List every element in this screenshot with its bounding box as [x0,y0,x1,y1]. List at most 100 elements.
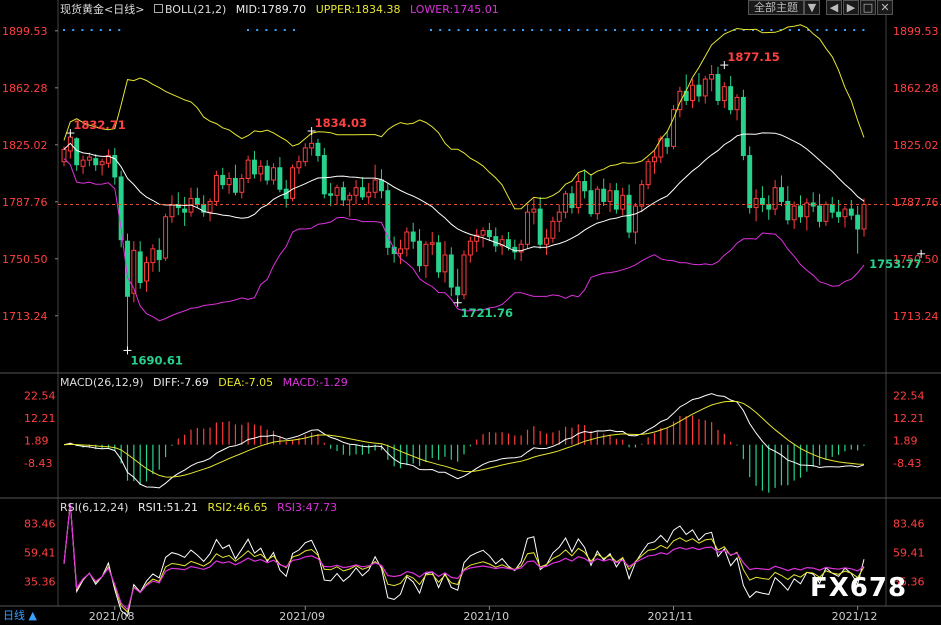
candle-body [271,167,276,181]
period-toggle[interactable]: 日线 ▲ [0,607,60,625]
annotation-label-5: 1753.77 [869,257,921,271]
candle-body [556,211,562,222]
period-label[interactable]: <日线> [104,3,144,16]
y-tick-right-0: 1899.53 [893,25,939,38]
candle-body [505,239,511,248]
candle-body [747,155,753,209]
candle-body [702,78,708,97]
theme-select[interactable]: 全部主题 [748,0,804,15]
candle-body [359,187,365,198]
marker-dot [798,29,800,31]
marker-dot [595,29,598,31]
marker-dot [696,29,699,31]
candle-body [334,187,340,196]
marker-dot [568,29,570,31]
marker-dot [614,29,616,31]
candle-body [144,262,150,282]
rsi3-value: RSI3:47.73 [277,501,338,514]
x-tick-label-0: 2021/08 [89,610,135,623]
y-tick-left-3: 1787.76 [2,196,48,209]
candle-body [340,187,346,201]
marker-dot [503,29,506,31]
candle-body [740,96,746,157]
mid-value: MID:1789.70 [235,3,307,16]
lower-value: LOWER:1745.01 [409,3,499,16]
candle-body [766,204,772,210]
candle-body [398,248,403,254]
y-tick-right-1: 1862.28 [893,82,939,95]
candle-body [829,204,835,213]
candle-body [232,177,238,193]
candle-body [378,179,384,192]
annotation-label-0: 1832.71 [73,118,125,132]
indicator-label[interactable]: BOLL(21,2) [165,3,226,16]
y-tick-left-0: 1899.53 [2,25,48,38]
instrument-title: 现货黄金 [60,3,104,16]
candle-body [709,73,715,80]
candle-body [645,161,651,186]
candle-body [252,159,257,175]
candle-body [80,159,86,167]
candle-body [461,254,467,296]
dropdown-button[interactable]: ▼ [804,0,820,15]
y-tick-left-1: 1862.28 [2,82,48,95]
candle-body [258,165,264,175]
candle-body [372,179,378,193]
marker-dot [109,29,111,31]
candle-body [366,191,372,198]
candle-body [264,165,270,181]
x-tick-label-4: 2021/12 [832,610,878,623]
candle-body [137,251,143,284]
candle-body [245,159,251,179]
rsi-tick-right-0: 83.46 [893,517,925,530]
candle-body [696,84,702,97]
marker-dot [63,29,65,31]
close-button[interactable]: ✕ [877,0,893,15]
macd-tick-right-0: 22.54 [893,390,925,403]
candle-body [753,197,759,209]
marker-dot [558,29,561,31]
marker-dot [512,29,515,31]
candle-body [194,197,200,206]
x-tick-label-3: 2021/11 [648,610,694,623]
candle-body [207,200,213,213]
macd-tick-left-2: 1.89 [24,435,49,448]
candle-body [290,167,296,199]
candle-body [213,174,219,202]
macd-tick-left-1: 12.21 [24,412,56,425]
candle-body [226,177,232,186]
maximize-button[interactable]: □ [860,0,876,15]
marker-dot [494,29,497,31]
macd-diff-line [63,393,865,489]
candle-body [448,254,454,288]
macd-label[interactable]: MACD(26,12,9) [60,376,144,389]
next-button[interactable]: ▶ [843,0,859,15]
candle-body [778,187,784,202]
candle-body [220,174,226,186]
candle-body [493,236,499,247]
annotation-label-1: 1690.61 [130,353,182,367]
candle-body [182,208,188,213]
marker-dot [522,29,524,31]
candle-body [639,184,645,207]
candle-body [525,211,530,245]
marker-dot [466,29,469,31]
rsi-tick-left-1: 59.41 [24,546,56,559]
candle-body [156,249,162,261]
prev-button[interactable]: ◀ [826,0,842,15]
marker-dot [485,29,488,31]
marker-dot [247,29,249,31]
x-tick-label-1: 2021/09 [279,610,325,623]
marker-dot [660,29,662,31]
marker-dot [99,29,102,31]
rsi-label[interactable]: RSI(6,12,24) [60,501,128,514]
candle-body [759,197,765,206]
macd-dea: DEA:-7.05 [218,376,274,389]
marker-dot [256,29,259,31]
candle-body [296,161,302,169]
marker-dot [549,29,552,31]
candle-body [721,86,727,101]
candle-body [664,138,670,147]
rsi3-line [63,503,865,611]
candle-body [328,193,334,196]
